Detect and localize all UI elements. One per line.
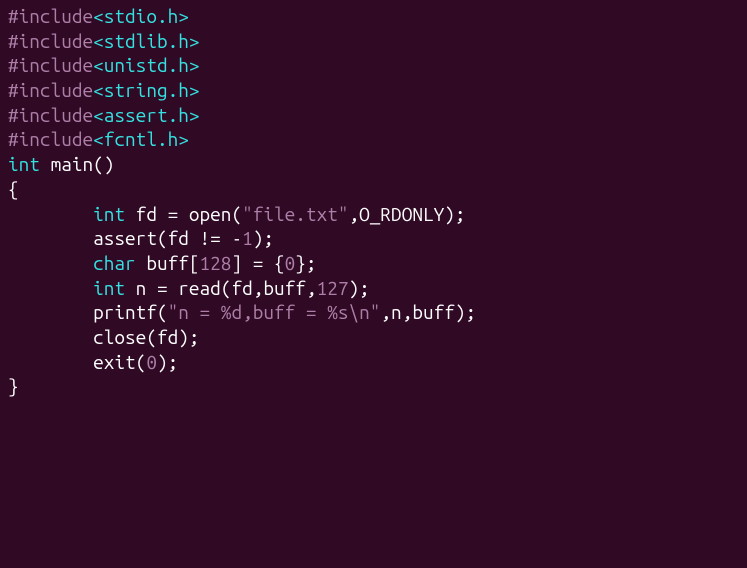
type-keyword: int	[93, 277, 125, 299]
number-literal: 1	[242, 227, 253, 249]
code-line-assert: assert(fd != -1);	[8, 226, 739, 251]
number-literal: 0	[285, 252, 296, 274]
include-line-1: #include<stdio.h>	[8, 4, 739, 29]
code-line-close: close(fd);	[8, 325, 739, 350]
code-line-printf: printf("n = %d,buff = %s\n",n,buff);	[8, 300, 739, 325]
main-declaration: int main()	[8, 152, 739, 177]
close-brace: }	[8, 374, 739, 399]
include-line-5: #include<assert.h>	[8, 103, 739, 128]
preprocessor-directive: #include	[8, 5, 93, 27]
include-header: <assert.h>	[93, 104, 199, 126]
type-keyword: int	[93, 203, 125, 225]
include-header: <stdlib.h>	[93, 30, 199, 52]
preprocessor-directive: #include	[8, 54, 93, 76]
include-line-6: #include<fcntl.h>	[8, 127, 739, 152]
code-editor: #include<stdio.h>#include<stdlib.h>#incl…	[8, 4, 739, 399]
return-type: int	[8, 153, 40, 175]
string-literal: "file.txt"	[242, 203, 348, 225]
preprocessor-directive: #include	[8, 79, 93, 101]
include-header: <string.h>	[93, 79, 199, 101]
code-line-buff-decl: char buff[128] = {0};	[8, 251, 739, 276]
function-name: main	[40, 153, 93, 175]
code-line-exit: exit(0);	[8, 350, 739, 375]
include-header: <unistd.h>	[93, 54, 199, 76]
include-header: <fcntl.h>	[93, 128, 189, 150]
code-line-read: int n = read(fd,buff,127);	[8, 276, 739, 301]
open-brace: {	[8, 177, 739, 202]
preprocessor-directive: #include	[8, 30, 93, 52]
string-literal: "n = %d,buff = %s\n"	[168, 301, 381, 323]
include-line-3: #include<unistd.h>	[8, 53, 739, 78]
number-literal: 128	[200, 252, 232, 274]
parens: ()	[93, 153, 114, 175]
include-line-2: #include<stdlib.h>	[8, 29, 739, 54]
type-keyword: char	[93, 252, 136, 274]
include-header: <stdio.h>	[93, 5, 189, 27]
preprocessor-directive: #include	[8, 104, 93, 126]
code-line-fd-open: int fd = open("file.txt",O_RDONLY);	[8, 202, 739, 227]
include-line-4: #include<string.h>	[8, 78, 739, 103]
number-literal: 127	[317, 277, 349, 299]
number-literal: 0	[146, 351, 157, 373]
preprocessor-directive: #include	[8, 128, 93, 150]
